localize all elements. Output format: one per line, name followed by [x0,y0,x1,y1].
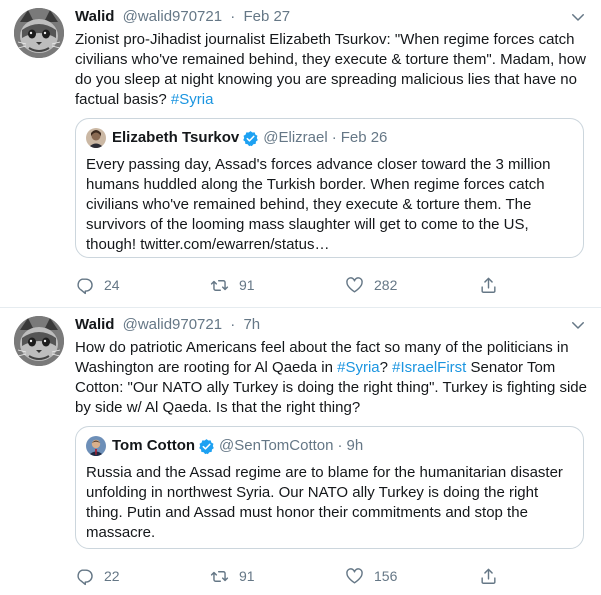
like-icon [346,567,363,584]
share-button[interactable] [479,275,508,295]
avatar[interactable] [14,316,64,366]
hashtag-link[interactable]: #Syria [337,359,380,376]
quoted-tweet-text: Russia and the Assad regime are to blame… [86,464,563,541]
reply-button[interactable]: 24 [75,275,120,295]
verified-badge-icon [198,438,215,455]
retweet-icon [210,570,229,582]
reply-count: 22 [104,568,120,584]
verified-badge-icon [242,130,259,147]
separator-dot: · [337,437,343,454]
timestamp[interactable]: 7h [243,316,260,333]
separator-dot: · [230,316,236,333]
retweet-count: 91 [239,568,255,584]
chevron-down-icon[interactable] [569,8,587,26]
hashtag-link[interactable]: #Syria [171,91,214,108]
quoted-tweet-header: Elizabeth Tsurkov @Elizrael · Feb 26 [86,128,387,148]
chevron-down-icon[interactable] [569,316,587,334]
reply-button[interactable]: 22 [75,566,120,586]
tweet-text: How do patriotic Americans feel about th… [75,338,587,418]
like-button[interactable]: 282 [345,275,397,295]
retweet-button[interactable]: 91 [210,275,255,295]
quoted-avatar [86,128,106,148]
user-handle[interactable]: @walid970721 [123,316,222,333]
share-button[interactable] [479,566,508,586]
timestamp[interactable]: Feb 27 [243,8,290,25]
reply-icon [77,568,93,585]
tweet-text: Zionist pro-Jihadist journalist Elizabet… [75,30,587,110]
tweet[interactable]: Walid @walid970721 · 7h How do patriotic… [0,308,601,595]
quoted-user-handle: @Elizrael [263,129,328,146]
quoted-display-name: Elizabeth Tsurkov [112,129,240,146]
quoted-display-name: Tom Cotton [112,437,196,454]
like-count: 156 [374,568,398,584]
like-count: 282 [374,277,398,293]
quoted-avatar [86,436,106,456]
reply-count: 24 [104,277,120,293]
display-name[interactable]: Walid [75,316,114,333]
separator-dot: · [331,129,337,146]
quoted-tweet[interactable]: Tom Cotton @SenTomCotton · 9h Russia and… [75,426,584,549]
like-button[interactable]: 156 [345,566,397,586]
tweet-actions: 24 91 282 [75,275,515,295]
tweet-header: Walid @walid970721 · 7h [75,314,260,336]
cat-avatar-image [14,8,64,58]
tweet-text-body: ? [379,359,393,376]
display-name[interactable]: Walid [75,8,114,25]
retweet-icon [210,279,229,291]
quoted-tweet-text: Every passing day, Assad's forces advanc… [86,156,551,253]
tweet[interactable]: Walid @walid970721 · Feb 27 Zionist pro-… [0,0,601,308]
quoted-timestamp: 9h [346,437,364,454]
separator-dot: · [230,8,236,25]
retweet-count: 91 [239,277,255,293]
share-icon [481,568,496,584]
tweet-header: Walid @walid970721 · Feb 27 [75,6,290,28]
hashtag-link[interactable]: #IsraelFirst [392,359,466,376]
tweet-actions: 22 91 156 [75,566,515,586]
quoted-timestamp: Feb 26 [340,129,388,146]
like-icon [346,276,363,293]
quoted-tweet[interactable]: Elizabeth Tsurkov @Elizrael · Feb 26 Eve… [75,118,584,258]
quoted-user-handle: @SenTomCotton [219,437,334,454]
quoted-tweet-header: Tom Cotton @SenTomCotton · 9h [86,436,363,456]
user-handle[interactable]: @walid970721 [123,8,222,25]
reply-icon [77,277,93,294]
tweet-text-body: Zionist pro-Jihadist journalist Elizabet… [75,31,586,108]
cat-avatar-image [14,316,64,366]
avatar[interactable] [14,8,64,58]
share-icon [481,277,496,293]
retweet-button[interactable]: 91 [210,566,255,586]
